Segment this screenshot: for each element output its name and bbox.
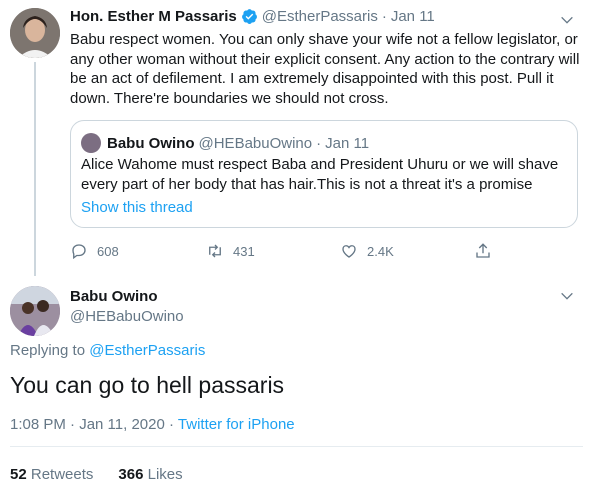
source-link[interactable]: Twitter for iPhone xyxy=(178,416,295,433)
replying-to-link[interactable]: @EstherPassaris xyxy=(89,342,205,359)
reply-count: 608 xyxy=(97,243,119,259)
author-name[interactable]: Hon. Esther M Passaris xyxy=(70,8,237,25)
separator-dot: · xyxy=(381,8,387,25)
show-thread-link[interactable]: Show this thread xyxy=(81,199,193,216)
separator-dot: · xyxy=(169,416,174,433)
tweet-stats: 52 Retweets 366 Likes xyxy=(10,466,183,483)
quoted-tweet-date: Jan 11 xyxy=(325,134,370,152)
quoted-author-name: Babu Owino xyxy=(107,134,195,152)
replying-to: Replying to @EstherPassaris xyxy=(10,342,205,359)
thread-line xyxy=(34,62,36,276)
avatar[interactable] xyxy=(10,286,60,336)
quoted-author-handle: @HEBabuOwino xyxy=(198,134,313,152)
quoted-tweet[interactable]: Babu Owino @HEBabuOwino · Jan 11 Alice W… xyxy=(70,120,578,228)
like-icon xyxy=(342,245,356,258)
replying-to-label: Replying to xyxy=(10,342,86,359)
retweet-button[interactable]: 431 xyxy=(206,242,255,260)
avatar-image xyxy=(10,8,60,58)
share-button[interactable] xyxy=(474,242,501,260)
retweets-stat[interactable]: 52 Retweets xyxy=(10,466,93,483)
timestamp[interactable]: 1:08 PM · Jan 11, 2020 xyxy=(10,416,165,433)
likes-label: Likes xyxy=(147,466,183,483)
reply-button[interactable]: 608 xyxy=(70,242,119,260)
tweet-actions: 608 431 2.4K xyxy=(70,242,510,264)
retweets-count: 52 xyxy=(10,466,27,483)
tweet-meta: 1:08 PM · Jan 11, 2020 · Twitter for iPh… xyxy=(10,416,295,433)
avatar-image xyxy=(10,286,60,336)
separator-dot: · xyxy=(316,134,322,152)
likes-stat[interactable]: 366 Likes xyxy=(118,466,182,483)
like-button[interactable]: 2.4K xyxy=(340,242,394,260)
avatar[interactable] xyxy=(10,8,60,58)
tweet-date[interactable]: Jan 11 xyxy=(391,8,435,25)
retweets-label: Retweets xyxy=(30,466,94,483)
tweet-text: You can go to hell passaris xyxy=(10,372,285,398)
tweet-header: Hon. Esther M Passaris @EstherPassaris ·… xyxy=(70,8,435,25)
likes-count: 366 xyxy=(118,466,144,483)
chevron-down-icon[interactable] xyxy=(559,288,575,304)
avatar xyxy=(81,133,101,153)
tweet-text: Babu respect women. You can only shave y… xyxy=(70,31,580,107)
author-handle[interactable]: @HEBabuOwino xyxy=(70,308,184,325)
chevron-down-icon[interactable] xyxy=(559,12,575,28)
divider xyxy=(10,446,583,447)
reply-icon xyxy=(72,244,86,260)
author-handle[interactable]: @EstherPassaris xyxy=(262,8,378,25)
quoted-tweet-header: Babu Owino @HEBabuOwino · Jan 11 xyxy=(81,133,369,153)
quoted-tweet-text: Alice Wahome must respect Baba and Presi… xyxy=(81,156,559,193)
author-name[interactable]: Babu Owino xyxy=(70,288,158,305)
share-icon xyxy=(476,243,490,258)
retweet-count: 431 xyxy=(233,243,255,259)
author-name-wrap: Babu Owino xyxy=(70,288,158,306)
verified-icon xyxy=(241,9,257,24)
like-count: 2.4K xyxy=(367,243,394,259)
retweet-icon xyxy=(209,244,221,258)
